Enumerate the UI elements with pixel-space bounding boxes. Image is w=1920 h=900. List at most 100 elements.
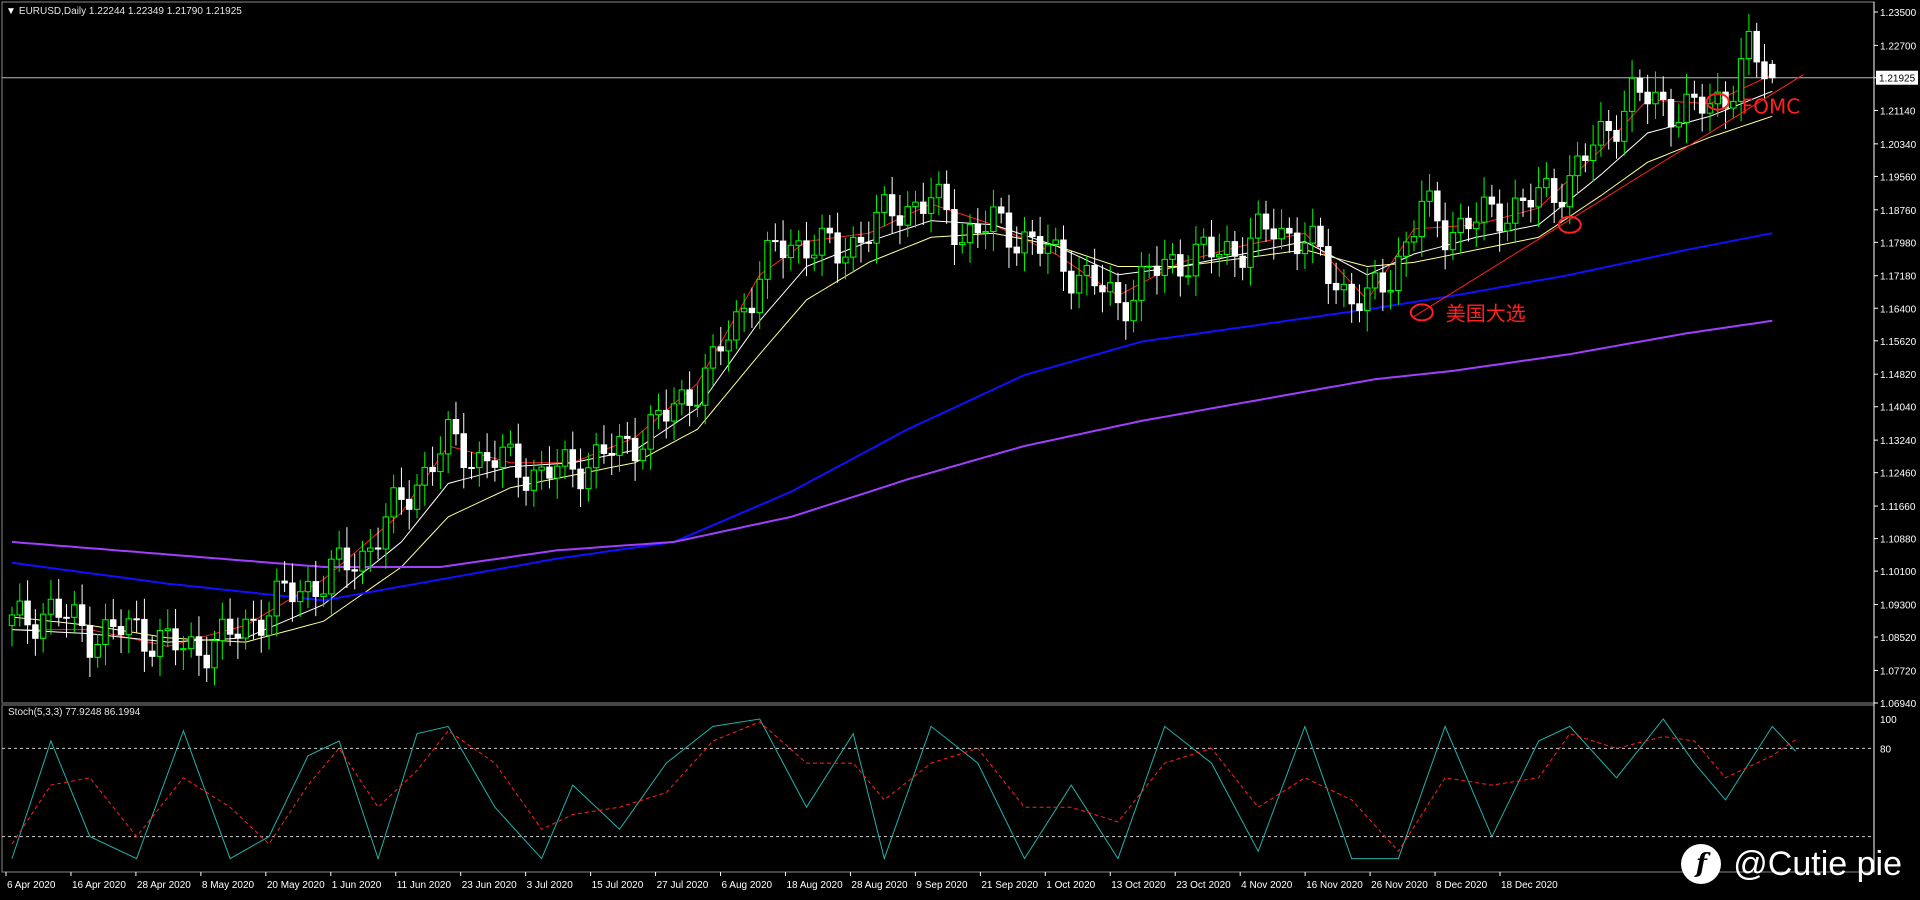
candle-body[interactable]: [881, 194, 888, 213]
candle-body[interactable]: [1402, 241, 1410, 257]
candle-body[interactable]: [1254, 213, 1262, 239]
candle-body[interactable]: [1356, 303, 1363, 312]
candle-body[interactable]: [1558, 201, 1566, 208]
candle-body[interactable]: [647, 414, 654, 450]
candle-body[interactable]: [1574, 155, 1581, 177]
candle-body[interactable]: [1675, 121, 1683, 128]
candle-body[interactable]: [219, 618, 226, 642]
candle-body[interactable]: [1122, 302, 1130, 322]
candle-body[interactable]: [125, 618, 133, 636]
candle-body[interactable]: [1504, 222, 1511, 232]
candle-body[interactable]: [390, 487, 397, 518]
candle-body[interactable]: [421, 466, 429, 486]
candle-body[interactable]: [717, 346, 725, 352]
candle-body[interactable]: [468, 467, 475, 470]
candle-body[interactable]: [553, 465, 561, 479]
candle-body[interactable]: [1550, 178, 1558, 203]
candle-body[interactable]: [1145, 265, 1153, 268]
candle-body[interactable]: [515, 443, 522, 478]
candle-body[interactable]: [452, 419, 460, 435]
candle-body[interactable]: [242, 618, 249, 639]
candle-body[interactable]: [842, 256, 849, 264]
candle-body[interactable]: [1200, 236, 1207, 245]
candle-body[interactable]: [577, 468, 584, 490]
candle-body[interactable]: [1317, 225, 1324, 248]
candle-body[interactable]: [1130, 299, 1137, 322]
candle-body[interactable]: [289, 582, 296, 603]
candle-body[interactable]: [1457, 217, 1464, 233]
candle-body[interactable]: [258, 619, 265, 636]
candle-body[interactable]: [148, 650, 156, 657]
candle-body[interactable]: [943, 183, 950, 211]
candle-body[interactable]: [312, 581, 319, 597]
candle-body[interactable]: [663, 409, 670, 422]
candle-body[interactable]: [1769, 63, 1776, 79]
candle-body[interactable]: [655, 409, 662, 416]
candle-body[interactable]: [78, 604, 86, 626]
candle-body[interactable]: [1184, 275, 1192, 278]
candle-body[interactable]: [694, 404, 701, 407]
candle-body[interactable]: [1332, 282, 1340, 291]
candle-body[interactable]: [226, 618, 234, 635]
candle-body[interactable]: [444, 419, 452, 455]
candle-body[interactable]: [265, 615, 273, 636]
candle-body[interactable]: [1667, 98, 1675, 128]
candle-body[interactable]: [413, 484, 421, 510]
candle-body[interactable]: [343, 547, 351, 571]
candle-body[interactable]: [670, 403, 678, 422]
candle-body[interactable]: [990, 206, 997, 232]
candle-body[interactable]: [631, 437, 639, 462]
candle-body[interactable]: [639, 448, 647, 462]
candle-body[interactable]: [997, 206, 1005, 214]
candle-body[interactable]: [748, 307, 756, 314]
candle-body[interactable]: [561, 449, 569, 467]
candle-body[interactable]: [522, 476, 530, 491]
candle-body[interactable]: [1753, 30, 1760, 63]
candle-body[interactable]: [873, 211, 880, 244]
candle-body[interactable]: [1293, 232, 1301, 255]
candle-body[interactable]: [701, 367, 709, 406]
candle-body[interactable]: [1099, 285, 1106, 293]
candle-body[interactable]: [281, 580, 288, 584]
candle-body[interactable]: [834, 232, 841, 264]
candle-body[interactable]: [1465, 217, 1472, 230]
candle-body[interactable]: [156, 630, 164, 657]
candle-body[interactable]: [608, 452, 615, 456]
candle-body[interactable]: [1449, 231, 1457, 251]
candle-body[interactable]: [71, 604, 78, 618]
candle-body[interactable]: [234, 633, 242, 639]
candle-body[interactable]: [1730, 100, 1737, 109]
candle-body[interactable]: [1348, 283, 1355, 305]
candle-body[interactable]: [86, 624, 94, 658]
candle-body[interactable]: [896, 215, 904, 226]
candle-body[interactable]: [1496, 203, 1503, 232]
candle-body[interactable]: [920, 201, 927, 214]
candle-body[interactable]: [959, 242, 966, 246]
candle-body[interactable]: [1021, 231, 1028, 254]
candle-body[interactable]: [1106, 282, 1114, 293]
candle-body[interactable]: [756, 278, 763, 314]
candle-body[interactable]: [1480, 196, 1488, 223]
candle-body[interactable]: [982, 230, 989, 234]
candle-body[interactable]: [803, 240, 810, 259]
candle-body[interactable]: [1691, 93, 1698, 98]
candle-body[interactable]: [1566, 175, 1573, 208]
candle-body[interactable]: [110, 619, 117, 627]
candle-body[interactable]: [1745, 30, 1753, 60]
candle-body[interactable]: [1535, 187, 1542, 208]
candle-body[interactable]: [335, 547, 343, 560]
candle-body[interactable]: [32, 624, 39, 639]
candle-body[interactable]: [1473, 221, 1480, 230]
candle-body[interactable]: [1628, 77, 1636, 112]
candle-body[interactable]: [538, 466, 545, 471]
candle-body[interactable]: [1761, 61, 1768, 80]
candle-body[interactable]: [1239, 255, 1246, 268]
candle-body[interactable]: [1177, 254, 1184, 277]
candle-body[interactable]: [133, 618, 140, 621]
candle-body[interactable]: [585, 467, 592, 490]
candle-body[interactable]: [296, 591, 304, 603]
candle-body[interactable]: [1138, 265, 1145, 301]
candle-body[interactable]: [16, 600, 24, 616]
candle-body[interactable]: [818, 227, 826, 256]
candle-body[interactable]: [203, 654, 210, 669]
